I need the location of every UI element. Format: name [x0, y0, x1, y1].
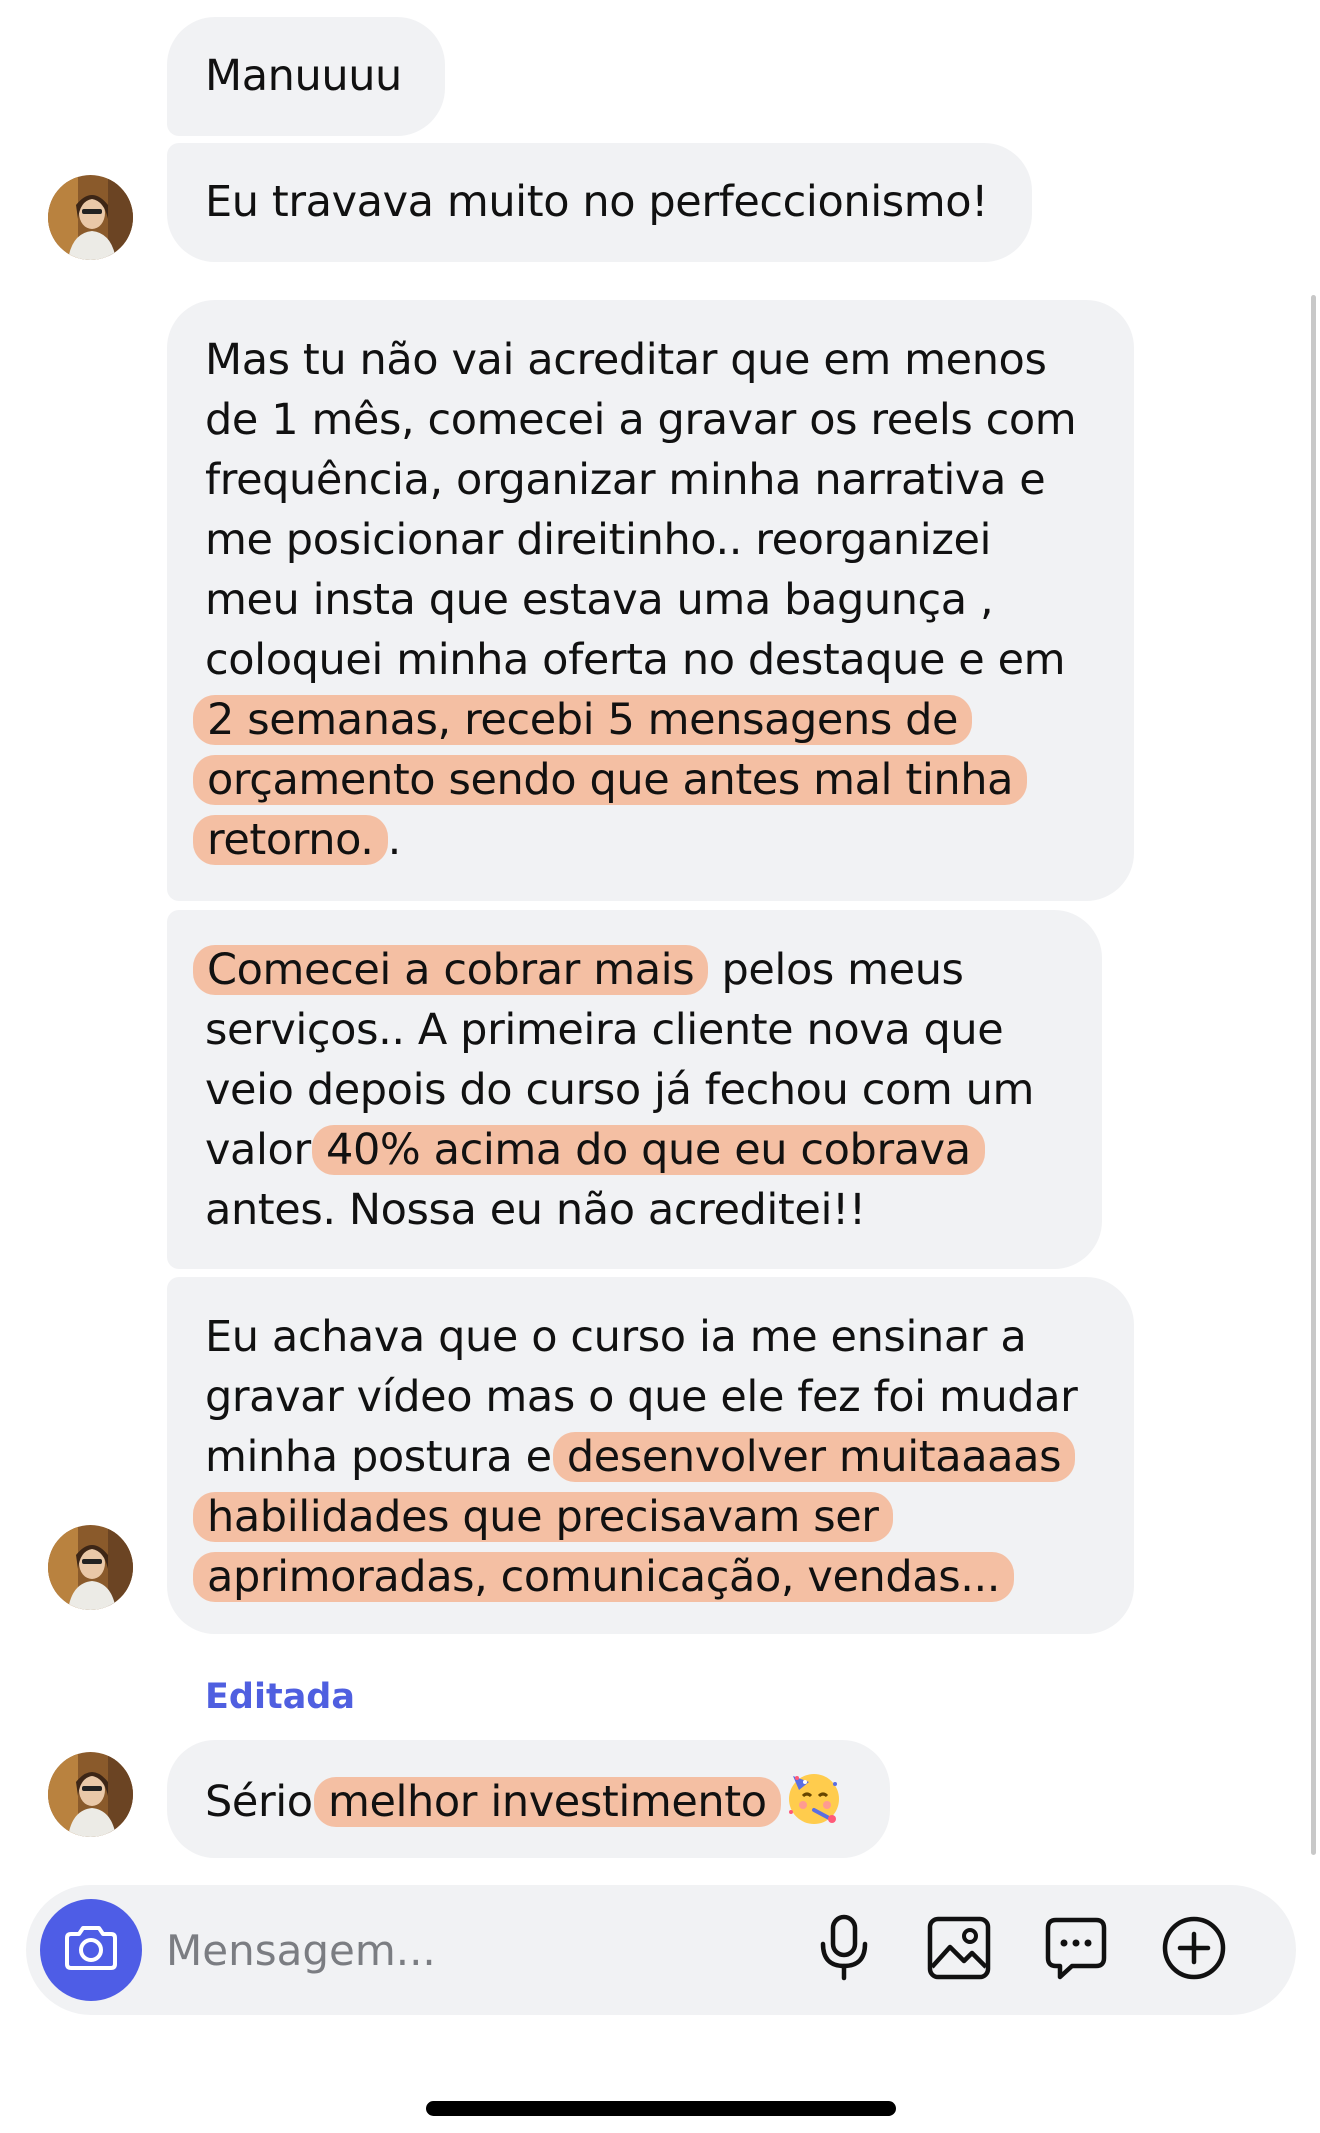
message-text: antes. Nossa eu não acreditei!!	[205, 1185, 866, 1235]
microphone-icon	[816, 1914, 872, 1986]
highlighted-text: 40% acima do que eu cobrava	[312, 1125, 985, 1175]
highlighted-text: Comecei a cobrar mais	[193, 945, 709, 995]
message-bubble[interactable]: Eu achava que o curso ia me ensinar a gr…	[167, 1277, 1134, 1634]
camera-icon	[63, 1924, 119, 1976]
message-bubble[interactable]: Comecei a cobrar mais pelos meus serviço…	[167, 910, 1102, 1269]
message-composer	[26, 1885, 1296, 2015]
sticker-icon	[1042, 1914, 1110, 1986]
message-text: Manuuuu	[205, 51, 402, 101]
sticker-button[interactable]	[1038, 1912, 1114, 1988]
camera-button[interactable]	[40, 1899, 142, 2001]
highlighted-text: melhor investimento	[313, 1777, 781, 1827]
microphone-button[interactable]	[806, 1912, 882, 1988]
add-icon	[1160, 1914, 1228, 1986]
message-input[interactable]	[166, 1915, 766, 1985]
message-text: Mas tu não vai acreditar que em menos de…	[205, 335, 1077, 685]
partying-face-emoji	[785, 1768, 843, 1826]
avatar[interactable]	[48, 175, 133, 260]
message-bubble[interactable]: Manuuuu	[167, 17, 445, 136]
image-icon	[926, 1915, 992, 1985]
message-bubble[interactable]: Sério melhor investimento	[167, 1740, 890, 1858]
message-text: Eu travava muito no perfeccionismo!	[205, 177, 988, 227]
home-indicator[interactable]	[426, 2101, 896, 2116]
avatar[interactable]	[48, 1752, 133, 1837]
message-text: .	[387, 815, 402, 865]
message-bubble[interactable]: Eu travava muito no perfeccionismo!	[167, 143, 1032, 262]
avatar[interactable]	[48, 1525, 133, 1610]
gallery-button[interactable]	[921, 1912, 997, 1988]
edited-label: Editada	[205, 1677, 355, 1717]
message-text: Sério	[205, 1777, 326, 1827]
highlighted-text: 2 semanas, recebi 5 mensagens de orçamen…	[193, 695, 1028, 865]
add-button[interactable]	[1156, 1912, 1232, 1988]
message-bubble[interactable]: Mas tu não vai acreditar que em menos de…	[167, 300, 1134, 901]
scrollbar[interactable]	[1311, 295, 1316, 1855]
